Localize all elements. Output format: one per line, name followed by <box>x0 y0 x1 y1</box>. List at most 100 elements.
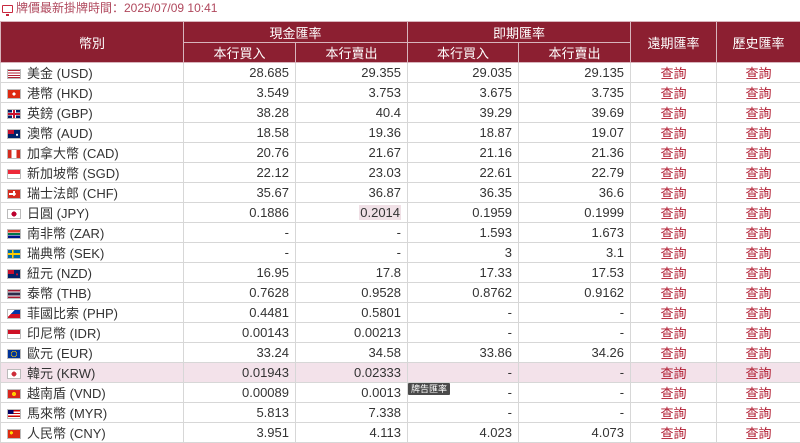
cash-buy-cell: 0.00089 <box>184 383 296 403</box>
my-flag-icon <box>7 409 21 419</box>
forward-query-link[interactable]: 查詢 <box>631 383 717 403</box>
spot-sell-cell: 1.673 <box>519 223 631 243</box>
table-row: 新加坡幣 (SGD)22.1223.0322.6122.79查詢查詢 <box>1 163 800 183</box>
table-row: 南非幣 (ZAR)--1.5931.673查詢查詢 <box>1 223 800 243</box>
table-row: 馬來幣 (MYR)5.8137.338--查詢查詢 <box>1 403 800 423</box>
forward-query-link[interactable]: 查詢 <box>631 283 717 303</box>
cash-buy-cell: 0.01943 <box>184 363 296 383</box>
spot-sell-cell: 17.53 <box>519 263 631 283</box>
history-query-link[interactable]: 查詢 <box>717 163 800 183</box>
forward-query-link[interactable]: 查詢 <box>631 223 717 243</box>
currency-cell: 瑞典幣 (SEK) <box>1 243 184 263</box>
history-query-link[interactable]: 查詢 <box>717 423 800 443</box>
currency-name: 泰幣 (THB) <box>27 286 91 301</box>
cash-sell-cell: 29.355 <box>296 63 408 83</box>
forward-query-link[interactable]: 查詢 <box>631 243 717 263</box>
history-query-link[interactable]: 查詢 <box>717 363 800 383</box>
spot-sell-cell: - <box>519 363 631 383</box>
table-row: 日圓 (JPY)0.18860.20140.19590.1999查詢查詢 <box>1 203 800 223</box>
currency-name: 越南盾 (VND) <box>27 386 106 401</box>
cash-buy-cell: 0.7628 <box>184 283 296 303</box>
col-header-forward: 遠期匯率 <box>631 22 717 63</box>
table-row: 印尼幣 (IDR)0.001430.00213--查詢查詢 <box>1 323 800 343</box>
col-header-currency: 幣別 <box>1 22 184 63</box>
history-query-link[interactable]: 查詢 <box>717 283 800 303</box>
cash-sell-cell: - <box>296 243 408 263</box>
forward-query-link[interactable]: 查詢 <box>631 143 717 163</box>
forward-query-link[interactable]: 查詢 <box>631 303 717 323</box>
forward-query-link[interactable]: 查詢 <box>631 203 717 223</box>
forward-query-link[interactable]: 查詢 <box>631 363 717 383</box>
forward-query-link[interactable]: 查詢 <box>631 403 717 423</box>
table-row: 紐元 (NZD)16.9517.817.3317.53查詢查詢 <box>1 263 800 283</box>
col-header-spot-buy: 本行買入 <box>408 43 519 63</box>
spot-buy-cell: 21.16 <box>408 143 519 163</box>
spot-buy-cell: 3 <box>408 243 519 263</box>
forward-query-link[interactable]: 查詢 <box>631 103 717 123</box>
forward-query-link[interactable]: 查詢 <box>631 263 717 283</box>
currency-cell: 澳幣 (AUD) <box>1 123 184 143</box>
forward-query-link[interactable]: 查詢 <box>631 323 717 343</box>
sg-flag-icon <box>7 169 21 179</box>
history-query-link[interactable]: 查詢 <box>717 303 800 323</box>
history-query-link[interactable]: 查詢 <box>717 223 800 243</box>
history-query-link[interactable]: 查詢 <box>717 323 800 343</box>
eu-flag-icon <box>7 349 21 359</box>
history-query-link[interactable]: 查詢 <box>717 103 800 123</box>
history-query-link[interactable]: 查詢 <box>717 183 800 203</box>
nz-flag-icon <box>7 269 21 279</box>
history-query-link[interactable]: 查詢 <box>717 243 800 263</box>
spot-sell-cell: 19.07 <box>519 123 631 143</box>
spot-buy-cell: 17.33 <box>408 263 519 283</box>
history-query-link[interactable]: 查詢 <box>717 343 800 363</box>
history-query-link[interactable]: 查詢 <box>717 403 800 423</box>
table-row: 歐元 (EUR)33.2434.5833.8634.26查詢查詢 <box>1 343 800 363</box>
spot-buy-cell: 39.29 <box>408 103 519 123</box>
forward-query-link[interactable]: 查詢 <box>631 83 717 103</box>
forward-query-link[interactable]: 查詢 <box>631 343 717 363</box>
forward-query-link[interactable]: 查詢 <box>631 163 717 183</box>
table-row: 瑞士法郎 (CHF)35.6736.8736.3536.6查詢查詢 <box>1 183 800 203</box>
table-row: 澳幣 (AUD)18.5819.3618.8719.07查詢查詢 <box>1 123 800 143</box>
forward-query-link[interactable]: 查詢 <box>631 123 717 143</box>
table-row: 美金 (USD)28.68529.35529.03529.135查詢查詢 <box>1 63 800 83</box>
table-row: 英鎊 (GBP)38.2840.439.2939.69查詢查詢 <box>1 103 800 123</box>
rate-rows: 美金 (USD)28.68529.35529.03529.135查詢查詢港幣 (… <box>1 63 800 443</box>
spot-buy-cell: 33.86 <box>408 343 519 363</box>
history-query-link[interactable]: 查詢 <box>717 263 800 283</box>
cash-sell-cell: 0.02333 <box>296 363 408 383</box>
za-flag-icon <box>7 229 21 239</box>
cash-buy-cell: 38.28 <box>184 103 296 123</box>
cash-sell-cell: 4.113 <box>296 423 408 443</box>
gb-flag-icon <box>7 109 21 119</box>
currency-name: 澳幣 (AUD) <box>27 126 93 141</box>
forward-query-link[interactable]: 查詢 <box>631 183 717 203</box>
history-query-link[interactable]: 查詢 <box>717 123 800 143</box>
currency-cell: 英鎊 (GBP) <box>1 103 184 123</box>
spot-sell-cell: - <box>519 323 631 343</box>
group-header-cash: 現金匯率 <box>184 22 408 43</box>
history-query-link[interactable]: 查詢 <box>717 383 800 403</box>
spot-sell-cell: 34.26 <box>519 343 631 363</box>
history-query-link[interactable]: 查詢 <box>717 143 800 163</box>
history-query-link[interactable]: 查詢 <box>717 83 800 103</box>
history-query-link[interactable]: 查詢 <box>717 63 800 83</box>
history-query-link[interactable]: 查詢 <box>717 203 800 223</box>
spot-sell-cell: 22.79 <box>519 163 631 183</box>
cash-buy-cell: 5.813 <box>184 403 296 423</box>
forward-query-link[interactable]: 查詢 <box>631 423 717 443</box>
cash-sell-cell: 3.753 <box>296 83 408 103</box>
table-row: 菲國比索 (PHP)0.44810.5801--查詢查詢 <box>1 303 800 323</box>
cash-sell-cell: 0.0013 <box>296 383 408 403</box>
spot-sell-cell: 0.9162 <box>519 283 631 303</box>
spot-buy-cell: 22.61 <box>408 163 519 183</box>
cash-buy-cell: 28.685 <box>184 63 296 83</box>
currency-name: 新加坡幣 (SGD) <box>27 166 119 181</box>
cash-sell-cell: 36.87 <box>296 183 408 203</box>
currency-name: 瑞士法郎 (CHF) <box>27 186 118 201</box>
last-update-text: 牌價最新掛牌時間：2025/07/09 10:41 <box>16 1 217 15</box>
currency-name: 南非幣 (ZAR) <box>27 226 104 241</box>
forward-query-link[interactable]: 查詢 <box>631 63 717 83</box>
spot-sell-cell: - <box>519 403 631 423</box>
cash-sell-cell: 40.4 <box>296 103 408 123</box>
